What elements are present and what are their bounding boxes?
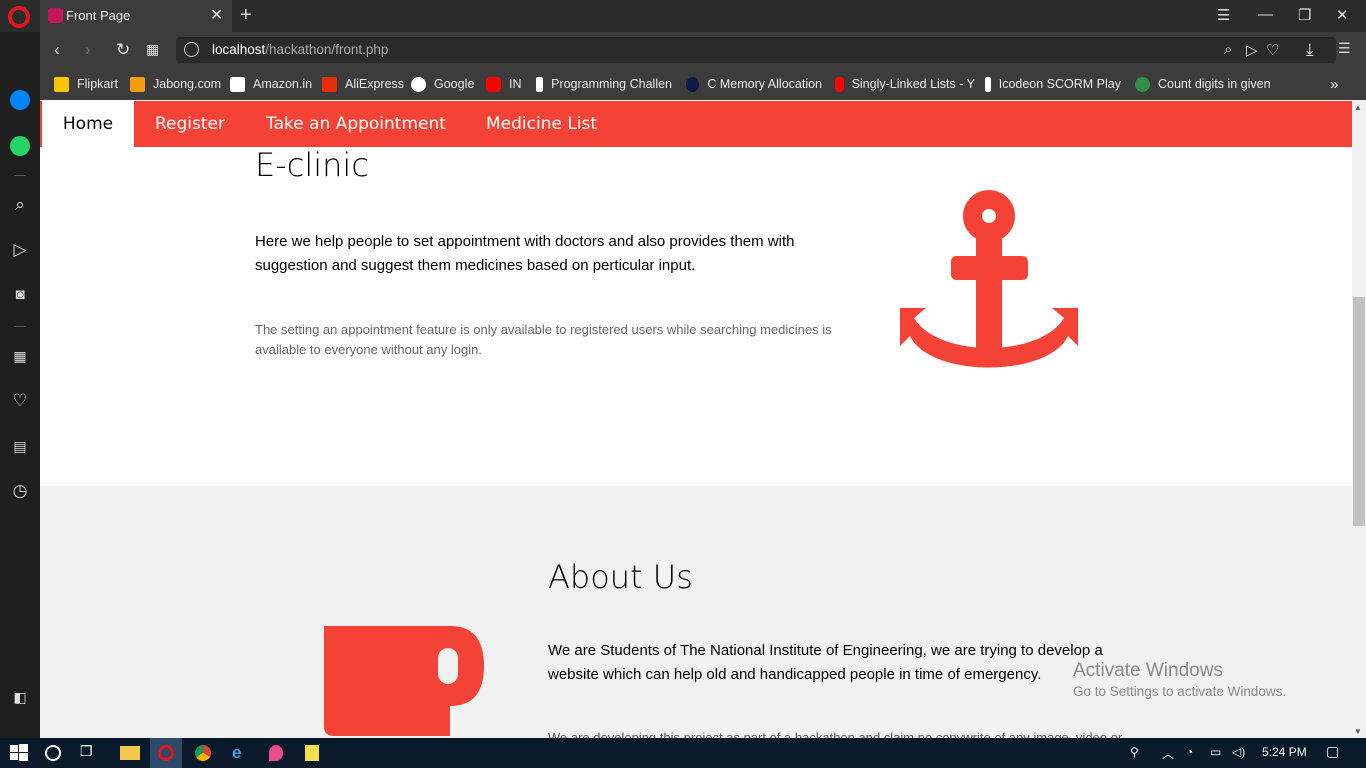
search-icon[interactable] (45, 745, 61, 761)
close-window-button[interactable]: ✕ (1336, 6, 1349, 24)
new-tab-button[interactable]: + (240, 4, 252, 27)
notifications-icon[interactable]: ▢ (1326, 743, 1339, 760)
minimize-button[interactable]: — (1258, 6, 1273, 23)
send-icon[interactable]: ▷ (1246, 41, 1258, 59)
youtube-icon (486, 76, 501, 92)
battery-icon[interactable]: ▭ (1210, 745, 1221, 759)
news-icon[interactable]: ▤ (10, 436, 30, 456)
tab-menu-icon[interactable]: ☰ (1217, 6, 1230, 24)
opera-menu-icon[interactable] (8, 6, 30, 28)
opera-sidebar: ⌕ ▷ ◙ ▦ ♡ ▤ ◷ ◧ (0, 32, 40, 738)
anchor-icon (900, 190, 1078, 368)
about-title: About Us (548, 558, 693, 596)
back-button[interactable]: ‹ (54, 40, 60, 60)
show-hidden-icons[interactable]: ︿ (1162, 745, 1174, 762)
hackerrank-icon (536, 76, 544, 92)
page-title: E-clinic (255, 146, 369, 184)
maps-icon[interactable] (269, 745, 283, 761)
jabong-icon (130, 76, 145, 92)
history-icon[interactable]: ◷ (10, 481, 30, 501)
about-section: About Us We are Students of The National… (40, 486, 1352, 738)
messenger-icon[interactable] (10, 90, 30, 110)
file-explorer-icon[interactable] (120, 746, 140, 760)
youtube-icon (835, 76, 844, 92)
download-icon[interactable]: ⤓ (1306, 40, 1314, 60)
scroll-down-icon[interactable]: ▼ (1354, 727, 1362, 736)
watermark-title: Activate Windows (1073, 660, 1223, 681)
camera-icon[interactable]: ◙ (10, 285, 30, 305)
geeksforgeeks-icon (1135, 76, 1150, 92)
chrome-icon[interactable] (195, 745, 211, 761)
bookmark-programming-challenges[interactable]: Programming Challen (536, 75, 672, 93)
activate-windows-watermark: Activate Windows Go to Settings to activ… (1073, 660, 1286, 699)
bookmark-count-digits[interactable]: Count digits in given (1135, 75, 1275, 93)
bookmark-icodeon[interactable]: Icodeon SCORM Play (985, 75, 1121, 93)
c-icon (686, 76, 700, 92)
watermark-subtitle: Go to Settings to activate Windows. (1073, 684, 1287, 699)
send-icon[interactable]: ▷ (10, 240, 30, 260)
bookmark-aliexpress[interactable]: AliExpress (322, 75, 404, 93)
bookmark-amazon[interactable]: Amazon.in (230, 75, 312, 93)
windows-taskbar: ❐ e ⚲ ︿ ◔ ▭ ◁) 5:24 PM ▢ (0, 738, 1366, 768)
nav-medicine-list[interactable]: Medicine List (486, 101, 597, 147)
site-navbar: Home Register Take an Appointment Medici… (40, 101, 1352, 147)
heart-icon[interactable]: ♡ (10, 391, 30, 411)
forward-button[interactable]: › (85, 40, 91, 60)
bookmark-singly-linked-lists[interactable]: Singly-Linked Lists - Y (835, 75, 975, 93)
bookmark-heart-icon[interactable]: ♡ (1266, 41, 1279, 59)
amazon-icon (230, 76, 245, 92)
page-viewport: Home Register Take an Appointment Medici… (40, 100, 1352, 738)
sidebar-divider (14, 326, 26, 327)
nav-home[interactable]: Home (42, 101, 134, 147)
restore-button[interactable]: ❐ (1298, 6, 1311, 24)
mug-icon (324, 626, 484, 736)
bookmark-google[interactable]: Google (411, 75, 474, 93)
notepad-icon[interactable] (305, 745, 319, 761)
speed-dial-icon[interactable]: ▦ (10, 346, 30, 366)
opera-icon (158, 745, 174, 761)
url-text: localhost/hackathon/front.php (212, 42, 389, 57)
volume-icon[interactable]: ◁) (1232, 745, 1245, 759)
more-bookmarks-icon[interactable]: » (1330, 75, 1338, 93)
bookmark-youtube-in[interactable]: IN (486, 75, 522, 93)
hero-description: Here we help people to set appointment w… (255, 233, 795, 274)
task-view-icon[interactable]: ❐ (80, 743, 100, 763)
about-note: We are developing this project as part o… (548, 730, 1123, 738)
scrollbar-thumb[interactable] (1353, 297, 1365, 526)
nav-take-appointment[interactable]: Take an Appointment (266, 101, 446, 147)
search-icon[interactable]: ⌕ (10, 195, 30, 215)
whatsapp-icon[interactable] (10, 136, 30, 156)
search-url-icon[interactable]: ⌕ (1224, 41, 1232, 58)
speed-dial-icon[interactable]: ▦ (146, 41, 159, 58)
tab-title: Front Page (66, 8, 131, 23)
bookmark-flipkart[interactable]: Flipkart (54, 75, 118, 93)
globe-icon (184, 42, 199, 57)
aliexpress-icon (322, 76, 337, 92)
google-icon (411, 76, 426, 92)
hero-note: The setting an appointment feature is on… (255, 322, 832, 357)
icodeon-icon (985, 76, 991, 92)
people-icon[interactable]: ⚲ (1130, 745, 1139, 759)
reload-button[interactable]: ↻ (116, 40, 130, 60)
sidebar-divider (14, 175, 26, 176)
nav-register[interactable]: Register (155, 101, 225, 147)
address-toolbar: ‹ › ↻ ▦ localhost/hackathon/front.php ⌕ … (40, 32, 1366, 68)
flipkart-icon (54, 76, 69, 92)
sidebar-toggle-icon[interactable]: ◧ (10, 687, 30, 707)
wifi-icon[interactable]: ◔ (1186, 745, 1193, 759)
url-input[interactable]: localhost/hackathon/front.php ⌕ ▷ ♡ (176, 37, 1336, 63)
bookmarks-bar: Flipkart Jabong.com Amazon.in AliExpress… (40, 68, 1366, 100)
clock-time[interactable]: 5:24 PM (1262, 745, 1307, 759)
tab-close-icon[interactable]: ✕ (210, 5, 223, 25)
internet-explorer-icon[interactable]: e (232, 743, 252, 763)
browser-tab[interactable]: Front Page ✕ (40, 0, 232, 32)
page-favicon-icon (48, 8, 63, 23)
browser-tab-bar: Front Page ✕ + ☰ — ❐ ✕ (0, 0, 1366, 32)
settings-icon[interactable]: ☰ (1338, 40, 1351, 57)
bookmark-jabong[interactable]: Jabong.com (130, 75, 221, 93)
about-description: We are Students of The National Institut… (548, 642, 1103, 683)
windows-start-icon[interactable] (9, 743, 29, 763)
scroll-up-icon[interactable]: ▲ (1354, 103, 1362, 112)
bookmark-c-memory-allocation[interactable]: C Memory Allocation (686, 75, 822, 93)
